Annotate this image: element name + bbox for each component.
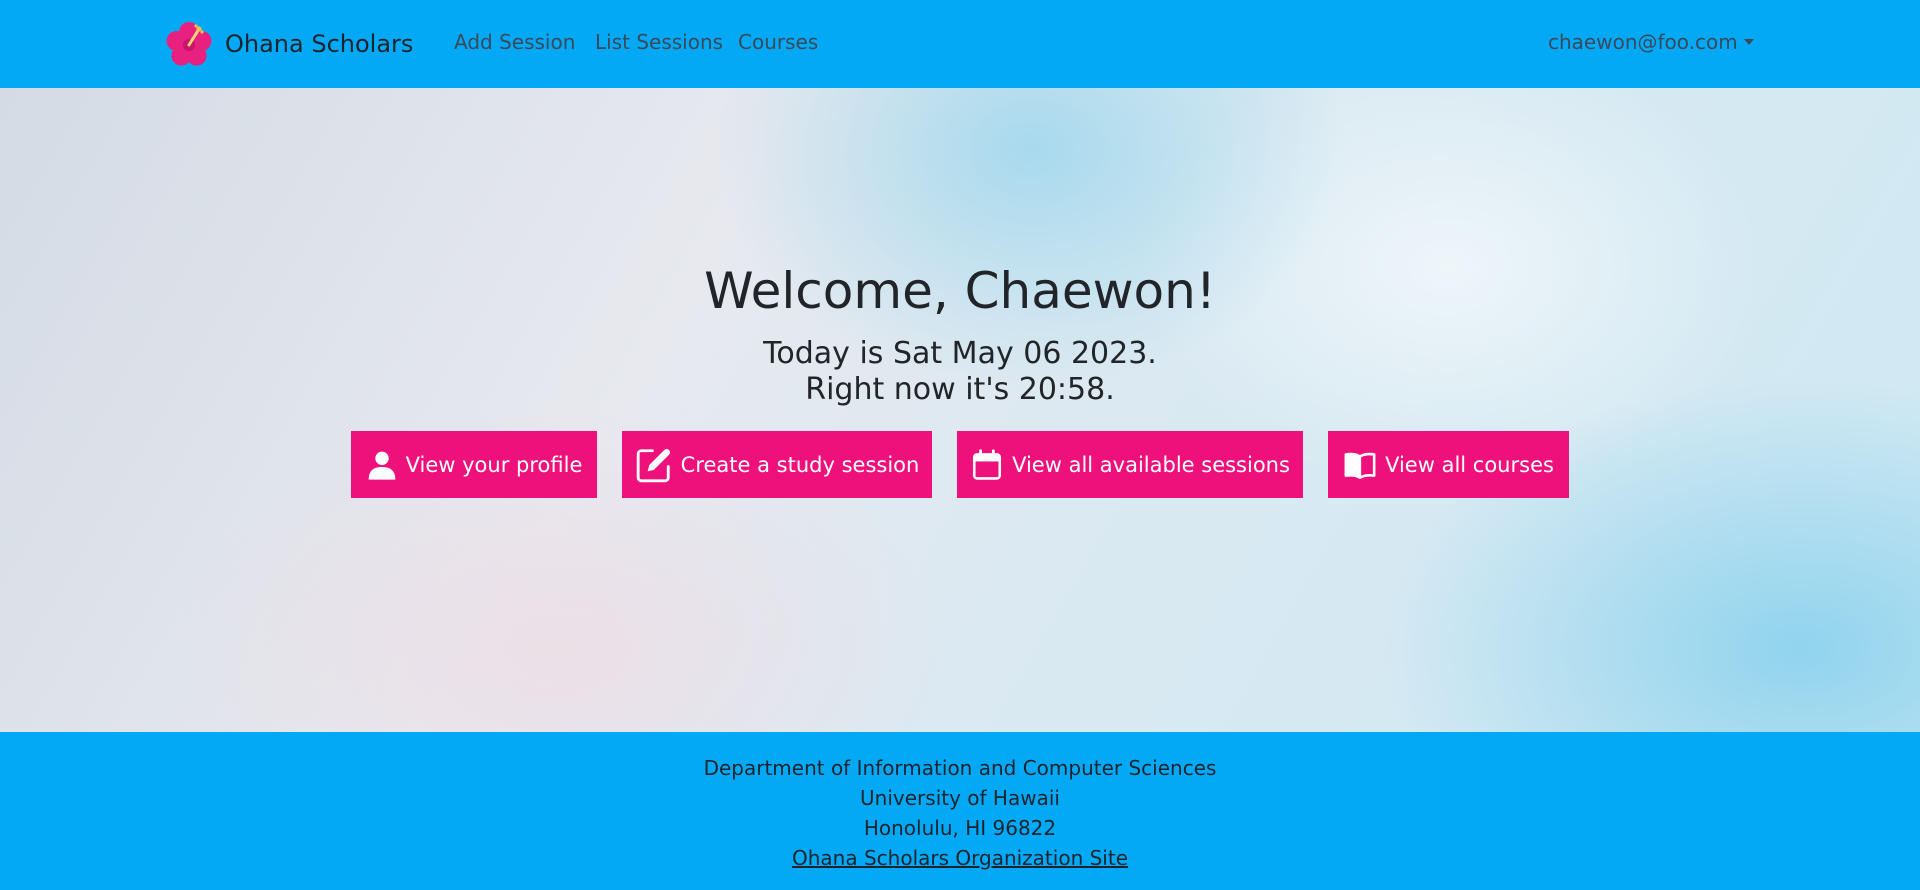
create-session-button[interactable]: Create a study session	[622, 431, 932, 498]
navbar: Ohana Scholars Add Session List Sessions…	[0, 0, 1920, 88]
nav-courses[interactable]: Courses	[738, 30, 818, 54]
view-courses-button[interactable]: View all courses	[1328, 431, 1569, 498]
brand-name: Ohana Scholars	[225, 30, 414, 58]
view-profile-label: View your profile	[405, 452, 583, 477]
user-dropdown[interactable]: chaewon@foo.com	[1548, 30, 1754, 54]
footer-university: University of Hawaii	[860, 786, 1060, 810]
view-sessions-label: View all available sessions	[1012, 452, 1290, 477]
nav-list-sessions[interactable]: List Sessions	[595, 30, 723, 54]
view-profile-button[interactable]: View your profile	[351, 431, 597, 498]
footer-department: Department of Information and Computer S…	[703, 756, 1217, 780]
time-text: Right now it's 20:58.	[805, 372, 1115, 407]
hibiscus-logo-icon	[166, 22, 212, 66]
caret-down-icon	[1743, 39, 1754, 45]
footer: Department of Information and Computer S…	[0, 732, 1920, 890]
date-text: Today is Sat May 06 2023.	[763, 336, 1157, 371]
calendar-icon	[973, 448, 1002, 480]
footer-org-site-link[interactable]: Ohana Scholars Organization Site	[792, 846, 1128, 870]
brand-link[interactable]: Ohana Scholars	[163, 18, 413, 70]
nav-add-session[interactable]: Add Session	[454, 30, 575, 54]
create-session-label: Create a study session	[680, 452, 920, 477]
book-icon	[1344, 452, 1376, 479]
edit-icon	[636, 448, 670, 482]
footer-address: Honolulu, HI 96822	[863, 816, 1057, 840]
landing-hero: Welcome, Chaewon! Today is Sat May 06 20…	[0, 88, 1920, 732]
view-courses-label: View all courses	[1385, 452, 1554, 477]
view-sessions-button[interactable]: View all available sessions	[957, 431, 1303, 498]
user-email: chaewon@foo.com	[1548, 30, 1738, 54]
welcome-heading: Welcome, Chaewon!	[704, 262, 1216, 320]
person-icon	[368, 451, 395, 480]
